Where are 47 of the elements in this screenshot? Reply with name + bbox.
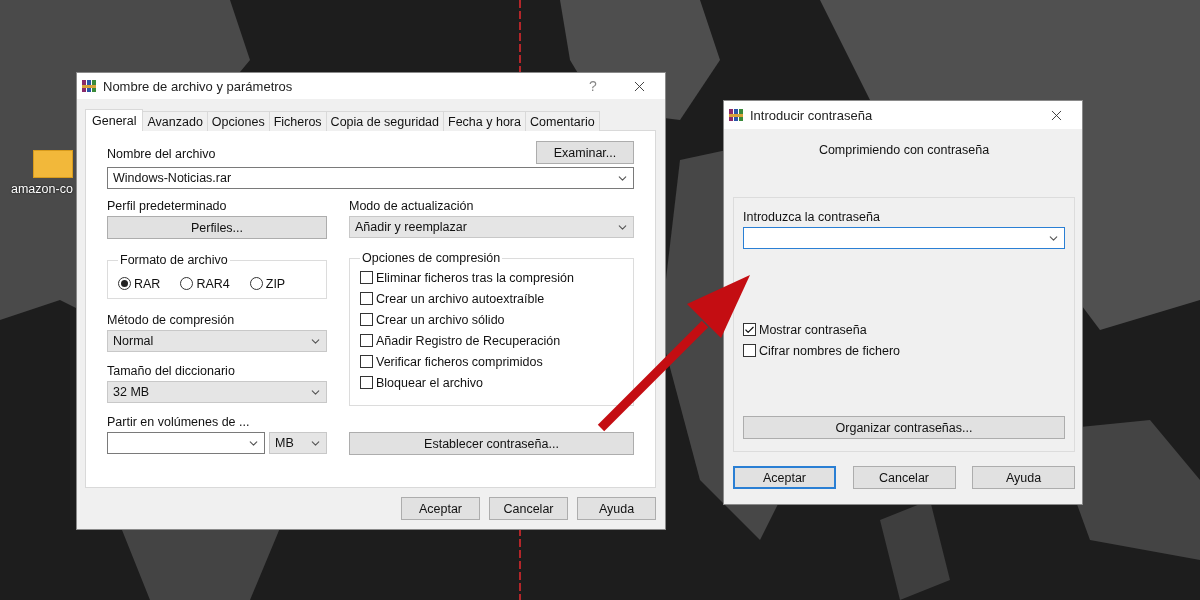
checkbox-label: Bloquear el archivo xyxy=(376,375,483,390)
field-label: Tamaño del diccionario xyxy=(107,364,236,378)
dialog-heading: Comprimiendo con contraseña xyxy=(817,143,991,157)
dialog-button[interactable]: Ayuda xyxy=(577,497,656,520)
field-label: Modo de actualización xyxy=(349,199,475,213)
field-label: Nombre del archivo xyxy=(107,147,216,161)
dropdown[interactable]: Añadir y reemplazar xyxy=(349,216,634,238)
tab[interactable]: Comentario xyxy=(525,111,600,131)
radio-label: ZIP xyxy=(265,276,286,291)
checkbox-label: Mostrar contraseña xyxy=(759,322,867,337)
file-name-dropdown[interactable]: Windows-Noticias.rar xyxy=(107,167,634,189)
dialog-button[interactable]: Cancelar xyxy=(489,497,568,520)
unit-dropdown[interactable]: MB xyxy=(269,432,327,454)
profiles-button[interactable]: Perfiles... xyxy=(107,216,327,239)
checkbox-label: Crear un archivo sólido xyxy=(376,312,505,327)
dropdown[interactable]: Normal xyxy=(107,330,327,352)
desktop-icon-label: amazon-co xyxy=(11,182,73,196)
tab[interactable]: Fecha y hora xyxy=(443,111,526,131)
help-button[interactable]: ? xyxy=(573,78,613,94)
group-label: Formato de archivo xyxy=(120,253,228,267)
field-label: Introduzca la contraseña xyxy=(743,210,881,224)
window-title: Introducir contraseña xyxy=(750,107,874,123)
checkbox-label: Crear un archivo autoextraíble xyxy=(376,291,545,306)
field-label: Método de compresión xyxy=(107,313,236,327)
field-label: Partir en volúmenes de ... xyxy=(107,415,251,429)
manage-passwords-button[interactable]: Organizar contraseñas... xyxy=(743,416,1065,439)
checkbox-label: Verificar ficheros comprimidos xyxy=(376,354,543,369)
dialog-button[interactable]: Ayuda xyxy=(972,466,1075,489)
dialog-button[interactable]: Aceptar xyxy=(401,497,480,520)
dialog-button[interactable]: Aceptar xyxy=(733,466,836,489)
checkbox-label: Añadir Registro de Recuperación xyxy=(376,333,561,348)
checkbox-label: Eliminar ficheros tras la compresión xyxy=(376,270,574,285)
set-password-button[interactable]: Establecer contraseña... xyxy=(349,432,634,455)
tab[interactable]: General xyxy=(85,109,144,131)
field-label: Perfil predeterminado xyxy=(107,199,228,213)
tab[interactable]: Opciones xyxy=(206,111,270,131)
tab[interactable]: Ficheros xyxy=(268,111,327,131)
group-label: Opciones de compresión xyxy=(362,251,501,265)
dialog-button[interactable]: Cancelar xyxy=(852,466,956,489)
radio-label: RAR4 xyxy=(196,276,230,291)
window-title: Nombre de archivo y parámetros xyxy=(103,78,294,94)
dropdown[interactable]: 32 MB xyxy=(107,381,327,403)
radio-label: RAR xyxy=(134,276,161,291)
tab[interactable]: Copia de seguridad xyxy=(325,111,445,131)
tab[interactable]: Avanzado xyxy=(142,111,208,131)
checkbox-label: Cifrar nombres de fichero xyxy=(759,343,901,358)
browse-button[interactable]: Examinar... xyxy=(536,141,634,164)
